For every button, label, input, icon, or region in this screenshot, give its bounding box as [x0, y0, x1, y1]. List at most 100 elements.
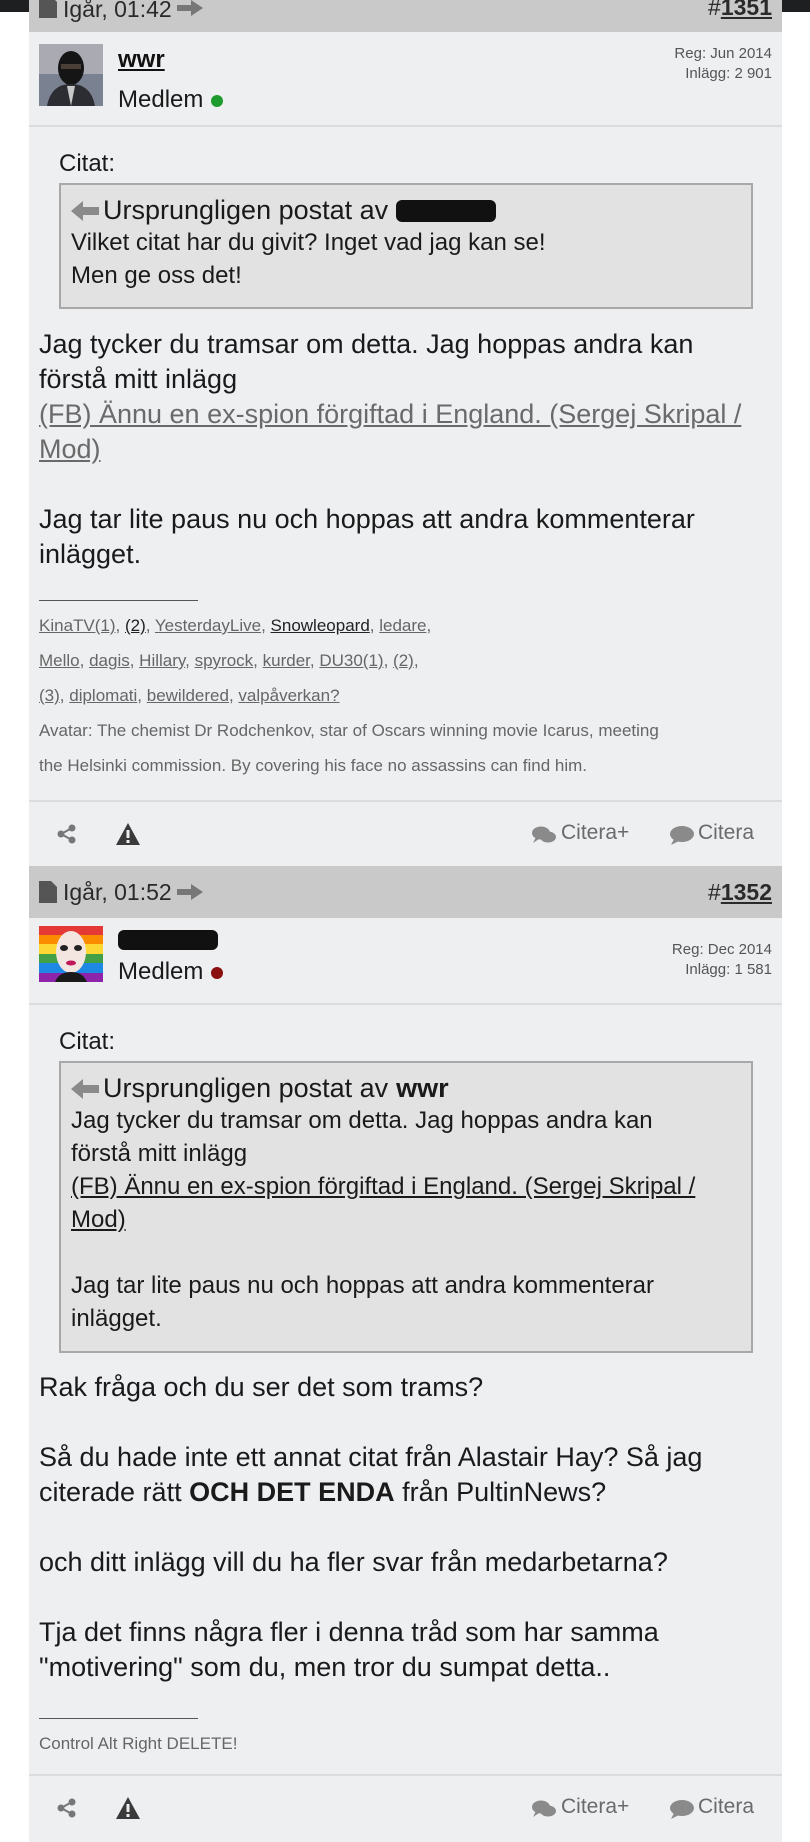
post-body: Jag tycker du tramsar om detta. Jag hopp…	[39, 327, 774, 572]
sig-link[interactable]: (2)	[393, 651, 414, 670]
signature-links-line: (3), diplomati, bewildered, valpåverkan?	[39, 686, 340, 705]
quote-text-line: inlägget.	[71, 1305, 162, 1332]
signature-divider	[39, 1718, 198, 1719]
sig-link[interactable]: Hillary	[139, 651, 185, 670]
redacted-author	[396, 199, 497, 222]
quote-text-line: Vilket citat har du givit? Inget vad jag…	[71, 229, 546, 256]
thread-page: Igår, 01:42 #1351 wwr Medlem Reg: Jun 20…	[29, 0, 782, 1842]
body-line: Tja det finns några fler i denna tråd so…	[39, 1617, 659, 1647]
body-line: och ditt inlägg vill du ha fler svar frå…	[39, 1547, 668, 1577]
sig-link[interactable]: diplomati	[69, 686, 137, 705]
body-line: Jag tar lite paus nu och hoppas att andr…	[39, 504, 695, 534]
rainbow-portrait-avatar-icon	[39, 926, 103, 982]
avatar[interactable]	[39, 44, 103, 106]
body-line: Jag tycker du tramsar om detta. Jag hopp…	[39, 329, 694, 359]
speech-bubbles-icon[interactable]	[532, 1799, 556, 1819]
masked-man-avatar-icon	[39, 44, 103, 106]
signature: KinaTV(1), (2), YesterdayLive, Snowleopa…	[39, 608, 774, 783]
post-header-1351: Igår, 01:42 #1351	[29, 0, 782, 32]
quote-attribution: Ursprungligen postat av	[103, 195, 389, 225]
post-date: Igår, 01:42	[63, 0, 172, 22]
sig-link[interactable]: YesterdayLive	[155, 616, 261, 635]
quote-label: Citat:	[59, 1028, 116, 1055]
post-body: Rak fråga och du ser det som trams? Så d…	[39, 1370, 774, 1685]
signature-avatar-note: Avatar: The chemist Dr Rodchenkov, star …	[39, 721, 659, 740]
speech-bubble-icon[interactable]	[670, 825, 694, 845]
sig-link[interactable]: valpåverkan?	[238, 686, 339, 705]
sig-link[interactable]: (2)	[125, 616, 146, 635]
signature: Control Alt Right DELETE!	[39, 1734, 238, 1753]
body-line: Så du hade inte ett annat citat från Ala…	[39, 1442, 703, 1472]
post-actions-1351: Citera+ Citera	[29, 802, 782, 866]
quote-header: Ursprungligen postat av wwr	[71, 1073, 741, 1104]
quote-text-line: Men ge oss det!	[71, 262, 242, 289]
thread-link[interactable]: (FB) Ännu en ex-spion förgiftad i Englan…	[39, 397, 774, 467]
quote-header: Ursprungligen postat av	[71, 195, 741, 226]
sig-link[interactable]: Snowleopard	[271, 616, 370, 635]
user-role: Medlem	[118, 958, 224, 986]
body-line: citerade rätt OCH DET ENDA från PultinNe…	[39, 1477, 607, 1507]
username[interactable]: wwr	[118, 46, 165, 74]
quote-text-line: Jag tar lite paus nu och hoppas att andr…	[71, 1272, 655, 1299]
quote-button[interactable]: Citera	[698, 821, 754, 845]
speech-bubble-icon[interactable]	[670, 1799, 694, 1819]
offline-status-dot	[211, 966, 224, 979]
post-header-1352: Igår, 01:52 #1352	[29, 866, 782, 918]
quoted-thread-link[interactable]: (FB) Ännu en ex-spion förgiftad i Englan…	[71, 1170, 741, 1236]
post-count: Inlägg: 1 581	[685, 961, 772, 978]
post-user-row-1352: Medlem Reg: Dec 2014 Inlägg: 1 581	[29, 918, 782, 1004]
redacted-username[interactable]	[118, 930, 218, 950]
user-stats: Reg: Dec 2014 Inlägg: 1 581	[672, 940, 772, 980]
share-icon[interactable]	[57, 1798, 77, 1818]
body-line: Rak fråga och du ser det som trams?	[39, 1372, 484, 1402]
divider	[29, 125, 782, 127]
sig-link[interactable]: Mello	[39, 651, 80, 670]
online-status-dot	[211, 94, 224, 107]
quote-plus-button[interactable]: Citera+	[561, 1795, 629, 1819]
divider	[29, 1003, 782, 1005]
sig-link[interactable]: dagis	[89, 651, 130, 670]
post-actions-1352: Citera+ Citera	[29, 1776, 782, 1840]
speech-bubbles-icon[interactable]	[532, 825, 556, 845]
quote-box: Ursprungligen postat av wwr Jag tycker d…	[59, 1061, 753, 1353]
signature-avatar-note: the Helsinki commission. By covering his…	[39, 756, 588, 775]
post-number[interactable]: #1351	[708, 0, 772, 21]
sig-link[interactable]: (3)	[39, 686, 60, 705]
registration-date: Reg: Dec 2014	[671, 941, 772, 958]
user-stats: Reg: Jun 2014 Inlägg: 2 901	[674, 44, 772, 84]
arrow-right-icon[interactable]	[177, 0, 203, 16]
quote-plus-button[interactable]: Citera+	[561, 821, 629, 845]
sig-link[interactable]: bewildered	[147, 686, 229, 705]
arrow-left-icon[interactable]	[71, 1078, 99, 1099]
body-line: inlägget.	[39, 539, 142, 569]
sig-link[interactable]: DU30(1)	[319, 651, 383, 670]
sig-link[interactable]: spyrock	[195, 651, 254, 670]
registration-date: Reg: Jun 2014	[674, 45, 772, 62]
avatar[interactable]	[39, 926, 103, 982]
sig-link[interactable]: KinaTV(1)	[39, 616, 116, 635]
warning-icon[interactable]	[116, 1797, 140, 1819]
quote-author[interactable]: wwr	[396, 1073, 449, 1104]
quote-text-line: Jag tycker du tramsar om detta. Jag hopp…	[71, 1107, 653, 1134]
post-count: Inlägg: 2 901	[685, 65, 772, 82]
quote-text-line: förstå mitt inlägg	[71, 1140, 248, 1167]
signature-links-line: KinaTV(1), (2), YesterdayLive, Snowleopa…	[39, 616, 432, 635]
arrow-right-icon[interactable]	[177, 884, 203, 900]
sig-link[interactable]: ledare	[379, 616, 426, 635]
warning-icon[interactable]	[116, 823, 140, 845]
document-icon	[39, 0, 57, 18]
quote-label: Citat:	[59, 150, 116, 177]
post-number[interactable]: #1352	[708, 879, 772, 906]
quote-attribution: Ursprungligen postat av	[103, 1073, 389, 1103]
arrow-left-icon[interactable]	[71, 200, 99, 221]
post-user-row-1351: wwr Medlem Reg: Jun 2014 Inlägg: 2 901	[29, 38, 782, 124]
quote-button[interactable]: Citera	[698, 1795, 754, 1819]
user-role: Medlem	[118, 86, 224, 114]
post-date: Igår, 01:52	[63, 879, 172, 905]
signature-links-line: Mello, dagis, Hillary, spyrock, kurder, …	[39, 651, 419, 670]
sig-link[interactable]: kurder	[263, 651, 310, 670]
document-icon	[39, 881, 57, 903]
signature-divider	[39, 600, 198, 601]
share-icon[interactable]	[57, 824, 77, 844]
quote-box: Ursprungligen postat av Vilket citat har…	[59, 183, 753, 309]
